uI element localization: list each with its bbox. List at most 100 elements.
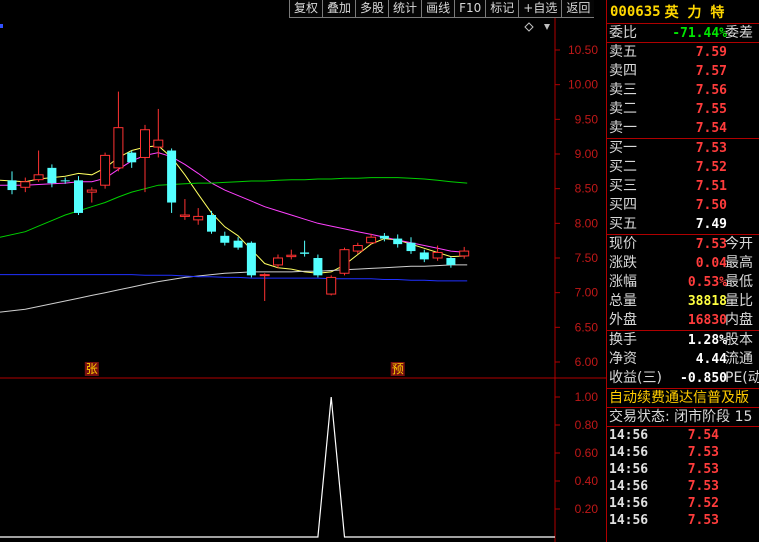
candle-body bbox=[233, 240, 243, 248]
indicator-axis-label: 0.60 bbox=[575, 446, 599, 460]
ask-level-5: 卖五 7.59 bbox=[607, 43, 759, 62]
toolbar-button-2[interactable]: 多股 bbox=[355, 0, 389, 18]
tick-time: 14:56 bbox=[609, 479, 649, 494]
dropdown-arrow-icon bbox=[544, 24, 550, 30]
fund-row-0-label: 换手 bbox=[609, 332, 637, 348]
candle-body bbox=[286, 254, 297, 258]
notice-banner[interactable]: 自动续费通达信普及版 bbox=[607, 389, 759, 408]
quote-row-3-label: 总量 bbox=[609, 293, 637, 309]
indicator-line bbox=[0, 396, 555, 538]
candle-body bbox=[100, 154, 111, 186]
stock-name: 英 力 特 bbox=[664, 4, 727, 21]
fund-row-1-label: 净资 bbox=[609, 351, 637, 367]
fund-row-1: 净资 4.44 流通 bbox=[607, 350, 759, 369]
tick-row: 14:56 7.54 bbox=[607, 427, 759, 444]
tick-time: 14:56 bbox=[609, 445, 649, 460]
fund-row-0-right-label: 股本 bbox=[725, 332, 753, 348]
toolbar-button-6[interactable]: 标记 bbox=[485, 0, 519, 18]
fund-row-1-right-label: 流通 bbox=[725, 351, 753, 367]
price-axis-label: 7.50 bbox=[575, 251, 599, 265]
tick-time: 14:56 bbox=[609, 428, 649, 443]
quote-row-2-label: 涨幅 bbox=[609, 274, 637, 290]
tick-price: 7.53 bbox=[687, 513, 719, 528]
candle bbox=[20, 177, 31, 193]
tick-price: 7.52 bbox=[687, 496, 719, 511]
bid-level-3: 买三 7.51 bbox=[607, 177, 759, 196]
bid-level-4: 买四 7.50 bbox=[607, 196, 759, 215]
ask-level-2: 卖二 7.55 bbox=[607, 100, 759, 119]
toolbar-button-7[interactable]: +自选 bbox=[518, 0, 562, 18]
candle-body bbox=[379, 235, 389, 239]
candle-body bbox=[393, 238, 403, 245]
toolbar-button-1[interactable]: 叠加 bbox=[322, 0, 356, 18]
candle bbox=[300, 240, 310, 257]
candle bbox=[246, 241, 256, 278]
candle-body bbox=[86, 189, 97, 193]
candlestick-chart[interactable]: 张 预 10.50 10.00 9.50 9.00 8.50 8.00 7.50 7.00 6.5… bbox=[0, 0, 606, 542]
candle bbox=[153, 108, 164, 158]
price-axis-label: 9.00 bbox=[575, 147, 599, 161]
candle bbox=[140, 124, 150, 193]
ask-level-1-label: 卖一 bbox=[609, 120, 637, 136]
quote-row-2-right-label: 最低 bbox=[725, 274, 753, 290]
tick-row: 14:56 7.53 bbox=[607, 461, 759, 478]
price-axis-label: 8.50 bbox=[575, 182, 599, 196]
candle-body bbox=[459, 250, 470, 257]
ma5-line bbox=[0, 145, 468, 274]
fund-row-2-right-label: PE(动 bbox=[725, 370, 759, 386]
candle-body bbox=[432, 251, 443, 259]
candle-body bbox=[193, 215, 204, 221]
marker-yu: 预 bbox=[392, 362, 404, 376]
price-axis-label: 8.00 bbox=[575, 216, 599, 230]
candle-body bbox=[153, 139, 164, 148]
tick-list: 14:56 7.54 14:56 7.53 14:56 7.53 14:56 7.53 14:5… bbox=[607, 427, 759, 529]
toolbar-button-3[interactable]: 统计 bbox=[388, 0, 422, 18]
tick-price: 7.53 bbox=[687, 445, 719, 460]
tick-row: 14:56 7.53 bbox=[607, 478, 759, 495]
quote-row-2: 涨幅 0.53% 最低 bbox=[607, 273, 759, 292]
toolbar-button-4[interactable]: 画线 bbox=[421, 0, 455, 18]
candle bbox=[179, 199, 190, 220]
marker-zhang: 张 bbox=[86, 362, 98, 376]
candle bbox=[193, 208, 204, 225]
bid-level-3-value: 7.51 bbox=[695, 179, 727, 194]
candle-body bbox=[352, 245, 363, 252]
candle-body bbox=[33, 174, 44, 181]
quote-row-1: 涨跌 0.04 最高 bbox=[607, 254, 759, 273]
bid-level-5: 买五 7.49 bbox=[607, 215, 759, 234]
toolbar-button-8[interactable]: 返回 bbox=[561, 0, 595, 18]
candle-body bbox=[446, 258, 456, 265]
tick-price: 7.53 bbox=[687, 462, 719, 477]
candle bbox=[286, 249, 297, 260]
candle bbox=[74, 176, 83, 216]
toolbar-button-5[interactable]: F10 bbox=[454, 0, 486, 18]
fund-row-0: 换手 1.28% 股本 bbox=[607, 331, 759, 350]
ask-level-2-value: 7.55 bbox=[695, 102, 727, 117]
bid-level-3-label: 买三 bbox=[609, 178, 637, 194]
candle-body bbox=[167, 150, 177, 203]
tick-time: 14:56 bbox=[609, 496, 649, 511]
toolbar-button-0[interactable]: 复权 bbox=[289, 0, 323, 18]
weibi-label: 委比 bbox=[609, 25, 637, 41]
fundamental-stats: 换手 1.28% 股本 净资 4.44 流通 收益(三) -0.850 PE(动 bbox=[607, 331, 759, 389]
fund-row-0-value: 1.28% bbox=[687, 333, 727, 348]
candle bbox=[33, 150, 44, 182]
candle-body bbox=[300, 252, 310, 254]
candle-body bbox=[220, 235, 230, 243]
candle bbox=[406, 237, 416, 254]
quote-row-4-right-label: 内盘 bbox=[725, 312, 753, 328]
quote-row-4: 外盘 16830 内盘 bbox=[607, 311, 759, 330]
bid-level-2-value: 7.52 bbox=[695, 160, 727, 175]
ask-level-4: 卖四 7.57 bbox=[607, 62, 759, 81]
quote-row-0-label: 现价 bbox=[609, 236, 637, 252]
ma30-line bbox=[0, 264, 468, 313]
ma60-line bbox=[0, 274, 468, 282]
quote-row-0-right-label: 今开 bbox=[725, 236, 753, 252]
candle bbox=[86, 187, 97, 203]
candle bbox=[446, 256, 456, 268]
candle-body bbox=[313, 258, 323, 276]
ask-level-5-label: 卖五 bbox=[609, 44, 637, 60]
candle bbox=[167, 148, 177, 213]
candle-body bbox=[179, 214, 190, 217]
candle-body bbox=[113, 127, 124, 169]
